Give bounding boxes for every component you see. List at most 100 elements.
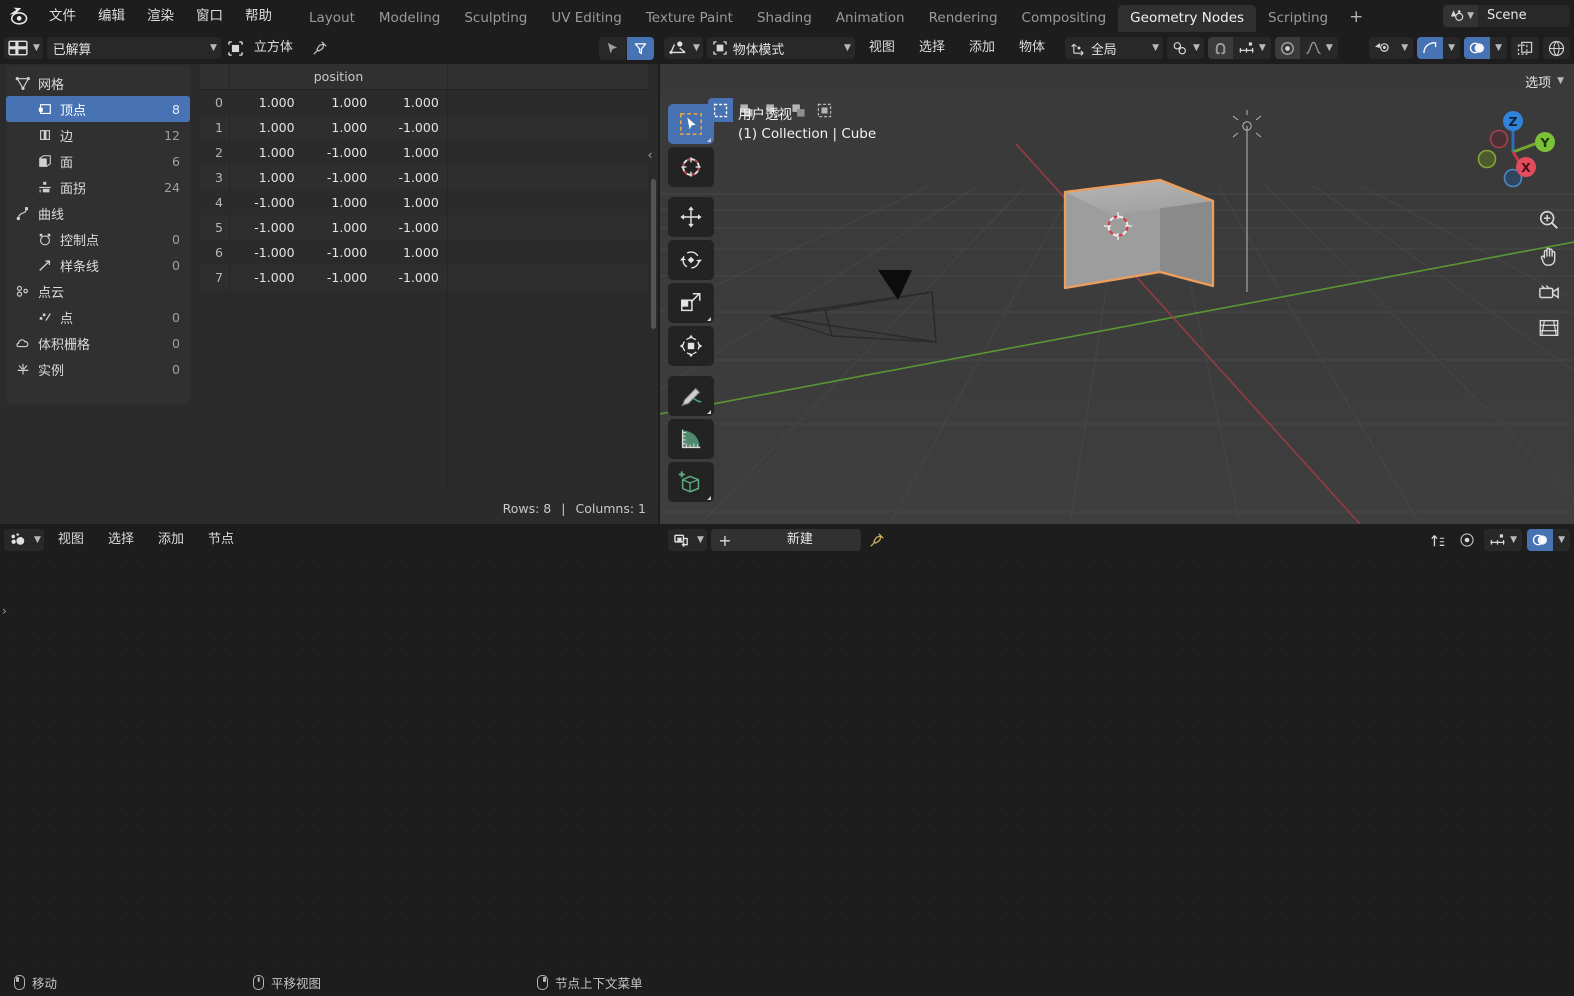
viewport-editor-type-selector[interactable]: ▼ bbox=[664, 37, 703, 59]
viewport-canvas[interactable] bbox=[660, 64, 1574, 524]
node-proportional-icon[interactable] bbox=[1455, 529, 1479, 551]
pin-icon[interactable] bbox=[307, 37, 333, 59]
gizmo-toggle[interactable] bbox=[1417, 37, 1444, 59]
editor-type-selector[interactable]: ▼ bbox=[4, 37, 43, 59]
viewport-menu-select[interactable]: 选择 bbox=[909, 37, 955, 59]
new-node-group-button[interactable]: 新建 bbox=[739, 529, 861, 551]
viewport-options-dropdown[interactable]: 选项 ▼ bbox=[1523, 70, 1566, 92]
table-row[interactable]: 4 -1.000 1.000 1.000 bbox=[200, 190, 648, 215]
visibility-dropdown[interactable]: ▼ bbox=[1396, 37, 1413, 59]
sidebar-collapse-arrow-icon[interactable]: ‹ bbox=[644, 142, 656, 168]
snap-magnet-toggle[interactable] bbox=[1207, 37, 1233, 59]
menu-render[interactable]: 渲染 bbox=[136, 0, 185, 32]
vertical-scrollbar[interactable] bbox=[651, 179, 656, 329]
overlays-toggle[interactable] bbox=[1464, 37, 1491, 59]
navigation-gizmo[interactable]: Z Y X bbox=[1470, 102, 1556, 188]
tool-cursor[interactable] bbox=[668, 147, 714, 187]
object-name-label[interactable]: 立方体 bbox=[250, 37, 297, 59]
tool-add-cube[interactable] bbox=[668, 462, 714, 502]
viewport-menu-add[interactable]: 添加 bbox=[959, 37, 1005, 59]
table-row[interactable]: 0 1.000 1.000 1.000 bbox=[200, 90, 648, 115]
viewport-menu-view[interactable]: 视图 bbox=[859, 37, 905, 59]
tree-item-face-corner[interactable]: 面拐 24 bbox=[6, 174, 190, 200]
node-editor-type-selector[interactable]: ▼ bbox=[4, 529, 44, 551]
dataset-selector[interactable]: 已解算 ▼ bbox=[46, 37, 221, 59]
ortho-persp-icon[interactable] bbox=[1536, 315, 1562, 341]
node-options-icon[interactable] bbox=[1426, 529, 1450, 551]
tool-tweak-select-box[interactable] bbox=[668, 104, 714, 144]
node-menu-add[interactable]: 添加 bbox=[148, 529, 194, 551]
table-row[interactable]: 3 1.000 -1.000 -1.000 bbox=[200, 165, 648, 190]
menu-window[interactable]: 窗口 bbox=[185, 0, 234, 32]
tree-item-control-point[interactable]: 控制点 0 bbox=[6, 226, 190, 252]
pivot-point-selector[interactable]: ▼ bbox=[1166, 37, 1204, 59]
snap-settings-dropdown[interactable]: ▼ bbox=[1232, 37, 1271, 59]
falloff-dropdown[interactable]: ▼ bbox=[1300, 37, 1338, 59]
gizmo-dropdown[interactable]: ▼ bbox=[1443, 37, 1460, 59]
interaction-mode-selector[interactable]: 物体模式 ▼ bbox=[706, 37, 855, 59]
tree-item-edge[interactable]: 边 12 bbox=[6, 122, 190, 148]
tree-item-face[interactable]: 面 6 bbox=[6, 148, 190, 174]
tool-annotate[interactable] bbox=[668, 376, 714, 416]
scene-icon[interactable]: ▼ bbox=[1443, 5, 1478, 27]
filter-button[interactable] bbox=[627, 36, 654, 60]
node-pin-icon[interactable] bbox=[865, 529, 889, 551]
tree-item-point[interactable]: 点 0 bbox=[6, 304, 190, 330]
workspace-tab-animation[interactable]: Animation bbox=[824, 5, 917, 32]
proportional-edit-toggle[interactable] bbox=[1274, 37, 1300, 59]
transform-orientation-selector[interactable]: 全局 ▼ bbox=[1064, 37, 1163, 59]
menu-edit[interactable]: 编辑 bbox=[87, 0, 136, 32]
camera-icon[interactable] bbox=[1536, 279, 1562, 305]
tree-item-pointcloud[interactable]: 点云 bbox=[6, 278, 190, 304]
workspace-tab-geometry-nodes[interactable]: Geometry Nodes bbox=[1118, 5, 1257, 32]
table-row[interactable]: 5 -1.000 1.000 -1.000 bbox=[200, 215, 648, 240]
tool-move[interactable] bbox=[668, 197, 714, 237]
viewport-menu-object[interactable]: 物体 bbox=[1009, 37, 1055, 59]
add-workspace-button[interactable]: + bbox=[1340, 5, 1372, 32]
add-node-group-button[interactable]: + bbox=[711, 529, 739, 551]
workspace-tab-compositing[interactable]: Compositing bbox=[1010, 5, 1119, 32]
select-mode-intersect[interactable] bbox=[812, 98, 837, 122]
node-menu-view[interactable]: 视图 bbox=[48, 529, 94, 551]
workspace-tab-layout[interactable]: Layout bbox=[297, 5, 367, 32]
workspace-tab-sculpting[interactable]: Sculpting bbox=[452, 5, 539, 32]
select-mode-invert[interactable] bbox=[786, 98, 811, 122]
tool-transform[interactable] bbox=[668, 326, 714, 366]
tree-item-volume-grid[interactable]: 体积栅格 0 bbox=[6, 330, 190, 356]
cursor-filter-button[interactable] bbox=[599, 36, 626, 60]
node-snap-toggle[interactable]: ▼ bbox=[1484, 529, 1522, 551]
select-mode-extend[interactable] bbox=[734, 98, 759, 122]
tree-item-vertex[interactable]: 顶点 8 bbox=[6, 96, 190, 122]
tool-rotate[interactable] bbox=[668, 240, 714, 280]
table-row[interactable]: 6 -1.000 -1.000 1.000 bbox=[200, 240, 648, 265]
tool-scale[interactable] bbox=[668, 283, 714, 323]
xray-toggle[interactable] bbox=[1511, 37, 1539, 59]
node-overlays-toggle[interactable] bbox=[1527, 529, 1554, 551]
tree-item-mesh[interactable]: 网格 bbox=[6, 70, 190, 96]
node-menu-select[interactable]: 选择 bbox=[98, 529, 144, 551]
table-row[interactable]: 2 1.000 -1.000 1.000 bbox=[200, 140, 648, 165]
pan-hand-icon[interactable] bbox=[1536, 243, 1562, 269]
node-sidebar-expand-arrow-icon[interactable]: › bbox=[0, 604, 9, 618]
workspace-tab-scripting[interactable]: Scripting bbox=[1256, 5, 1340, 32]
node-menu-node[interactable]: 节点 bbox=[198, 529, 244, 551]
zoom-icon[interactable] bbox=[1536, 207, 1562, 233]
menu-help[interactable]: 帮助 bbox=[234, 0, 283, 32]
blender-logo-icon[interactable] bbox=[0, 0, 38, 32]
scene-name-label[interactable]: Scene bbox=[1478, 5, 1570, 27]
node-editor-canvas[interactable]: › bbox=[0, 556, 1574, 968]
visibility-toggle[interactable] bbox=[1369, 37, 1396, 59]
workspace-tab-modeling[interactable]: Modeling bbox=[367, 5, 452, 32]
overlays-dropdown[interactable]: ▼ bbox=[1490, 37, 1507, 59]
tool-measure[interactable] bbox=[668, 419, 714, 459]
menu-file[interactable]: 文件 bbox=[38, 0, 87, 32]
viewport-options-button[interactable]: 选项 ▼ bbox=[1523, 70, 1566, 92]
workspace-tab-uv-editing[interactable]: UV Editing bbox=[539, 5, 633, 32]
workspace-tab-texture-paint[interactable]: Texture Paint bbox=[634, 5, 745, 32]
node-tree-browse-dropdown[interactable]: ▼ bbox=[668, 529, 707, 551]
node-overlays-dropdown[interactable]: ▼ bbox=[1553, 529, 1570, 551]
tree-item-curve[interactable]: 曲线 bbox=[6, 200, 190, 226]
tree-item-spline[interactable]: 样条线 0 bbox=[6, 252, 190, 278]
table-row[interactable]: 7 -1.000 -1.000 -1.000 bbox=[200, 265, 648, 290]
workspace-tab-shading[interactable]: Shading bbox=[745, 5, 824, 32]
